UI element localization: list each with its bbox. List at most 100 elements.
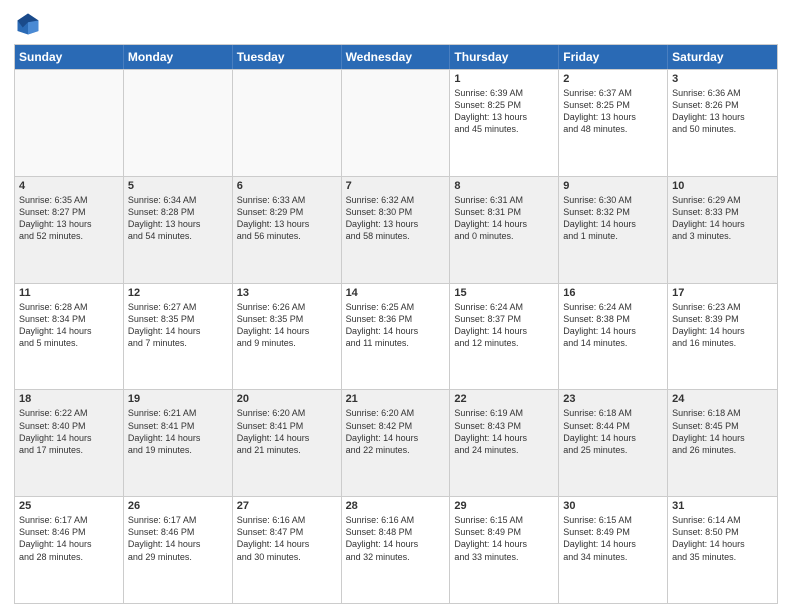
day-number-8: 8: [454, 180, 554, 192]
cal-day-4: 4 Sunrise: 6:35 AM Sunset: 8:27 PM Daylig…: [15, 177, 124, 283]
day-number-22: 22: [454, 393, 554, 405]
day-number-2: 2: [563, 73, 663, 85]
day-number-28: 28: [346, 500, 446, 512]
cal-day-10: 10 Sunrise: 6:29 AM Sunset: 8:33 PM Dayli…: [668, 177, 777, 283]
cal-day-1: 1 Sunrise: 6:39 AM Sunset: 8:25 PM Daylig…: [450, 70, 559, 176]
day-info-25: Sunrise: 6:17 AM Sunset: 8:46 PM Dayligh…: [19, 514, 119, 563]
day-number-16: 16: [563, 287, 663, 299]
day-number-17: 17: [672, 287, 773, 299]
day-number-18: 18: [19, 393, 119, 405]
page: SundayMondayTuesdayWednesdayThursdayFrid…: [0, 0, 792, 612]
cal-day-30: 30 Sunrise: 6:15 AM Sunset: 8:49 PM Dayli…: [559, 497, 668, 603]
day-info-19: Sunrise: 6:21 AM Sunset: 8:41 PM Dayligh…: [128, 407, 228, 456]
day-info-27: Sunrise: 6:16 AM Sunset: 8:47 PM Dayligh…: [237, 514, 337, 563]
day-number-3: 3: [672, 73, 773, 85]
day-info-8: Sunrise: 6:31 AM Sunset: 8:31 PM Dayligh…: [454, 194, 554, 243]
day-number-13: 13: [237, 287, 337, 299]
day-number-21: 21: [346, 393, 446, 405]
cal-empty-cell: [342, 70, 451, 176]
cal-day-19: 19 Sunrise: 6:21 AM Sunset: 8:41 PM Dayli…: [124, 390, 233, 496]
cal-day-7: 7 Sunrise: 6:32 AM Sunset: 8:30 PM Daylig…: [342, 177, 451, 283]
cal-day-26: 26 Sunrise: 6:17 AM Sunset: 8:46 PM Dayli…: [124, 497, 233, 603]
cal-day-24: 24 Sunrise: 6:18 AM Sunset: 8:45 PM Dayli…: [668, 390, 777, 496]
logo-icon: [14, 10, 42, 38]
cal-day-14: 14 Sunrise: 6:25 AM Sunset: 8:36 PM Dayli…: [342, 284, 451, 390]
day-number-25: 25: [19, 500, 119, 512]
day-number-26: 26: [128, 500, 228, 512]
day-number-29: 29: [454, 500, 554, 512]
day-info-12: Sunrise: 6:27 AM Sunset: 8:35 PM Dayligh…: [128, 301, 228, 350]
cal-day-25: 25 Sunrise: 6:17 AM Sunset: 8:46 PM Dayli…: [15, 497, 124, 603]
day-info-13: Sunrise: 6:26 AM Sunset: 8:35 PM Dayligh…: [237, 301, 337, 350]
cal-day-17: 17 Sunrise: 6:23 AM Sunset: 8:39 PM Dayli…: [668, 284, 777, 390]
calendar-header-row: SundayMondayTuesdayWednesdayThursdayFrid…: [15, 45, 777, 69]
day-info-15: Sunrise: 6:24 AM Sunset: 8:37 PM Dayligh…: [454, 301, 554, 350]
cal-week-1: 1 Sunrise: 6:39 AM Sunset: 8:25 PM Daylig…: [15, 69, 777, 176]
day-info-30: Sunrise: 6:15 AM Sunset: 8:49 PM Dayligh…: [563, 514, 663, 563]
day-info-1: Sunrise: 6:39 AM Sunset: 8:25 PM Dayligh…: [454, 87, 554, 136]
cal-week-4: 18 Sunrise: 6:22 AM Sunset: 8:40 PM Dayli…: [15, 389, 777, 496]
cal-header-friday: Friday: [559, 45, 668, 69]
day-number-23: 23: [563, 393, 663, 405]
day-info-9: Sunrise: 6:30 AM Sunset: 8:32 PM Dayligh…: [563, 194, 663, 243]
day-info-4: Sunrise: 6:35 AM Sunset: 8:27 PM Dayligh…: [19, 194, 119, 243]
day-info-2: Sunrise: 6:37 AM Sunset: 8:25 PM Dayligh…: [563, 87, 663, 136]
cal-day-16: 16 Sunrise: 6:24 AM Sunset: 8:38 PM Dayli…: [559, 284, 668, 390]
cal-day-18: 18 Sunrise: 6:22 AM Sunset: 8:40 PM Dayli…: [15, 390, 124, 496]
cal-week-2: 4 Sunrise: 6:35 AM Sunset: 8:27 PM Daylig…: [15, 176, 777, 283]
cal-day-29: 29 Sunrise: 6:15 AM Sunset: 8:49 PM Dayli…: [450, 497, 559, 603]
cal-header-tuesday: Tuesday: [233, 45, 342, 69]
day-info-22: Sunrise: 6:19 AM Sunset: 8:43 PM Dayligh…: [454, 407, 554, 456]
day-number-7: 7: [346, 180, 446, 192]
calendar: SundayMondayTuesdayWednesdayThursdayFrid…: [14, 44, 778, 604]
day-number-20: 20: [237, 393, 337, 405]
cal-empty-cell: [124, 70, 233, 176]
day-info-7: Sunrise: 6:32 AM Sunset: 8:30 PM Dayligh…: [346, 194, 446, 243]
cal-day-5: 5Sunrise: 6:34 AM Sunset: 8:28 PM Daylig…: [124, 177, 233, 283]
day-info-24: Sunrise: 6:18 AM Sunset: 8:45 PM Dayligh…: [672, 407, 773, 456]
day-number-4: 4: [19, 180, 119, 192]
day-info-29: Sunrise: 6:15 AM Sunset: 8:49 PM Dayligh…: [454, 514, 554, 563]
cal-day-22: 22 Sunrise: 6:19 AM Sunset: 8:43 PM Dayli…: [450, 390, 559, 496]
day-number-24: 24: [672, 393, 773, 405]
cal-empty-cell: [15, 70, 124, 176]
day-info-20: Sunrise: 6:20 AM Sunset: 8:41 PM Dayligh…: [237, 407, 337, 456]
day-info-26: Sunrise: 6:17 AM Sunset: 8:46 PM Dayligh…: [128, 514, 228, 563]
cal-day-23: 23 Sunrise: 6:18 AM Sunset: 8:44 PM Dayli…: [559, 390, 668, 496]
day-info-6: Sunrise: 6:33 AM Sunset: 8:29 PM Dayligh…: [237, 194, 337, 243]
day-number-9: 9: [563, 180, 663, 192]
day-number-14: 14: [346, 287, 446, 299]
day-number-19: 19: [128, 393, 228, 405]
day-number-30: 30: [563, 500, 663, 512]
cal-day-21: 21 Sunrise: 6:20 AM Sunset: 8:42 PM Dayli…: [342, 390, 451, 496]
day-info-18: Sunrise: 6:22 AM Sunset: 8:40 PM Dayligh…: [19, 407, 119, 456]
cal-week-5: 25 Sunrise: 6:17 AM Sunset: 8:46 PM Dayli…: [15, 496, 777, 603]
day-number-10: 10: [672, 180, 773, 192]
cal-header-saturday: Saturday: [668, 45, 777, 69]
day-info-28: Sunrise: 6:16 AM Sunset: 8:48 PM Dayligh…: [346, 514, 446, 563]
cal-header-wednesday: Wednesday: [342, 45, 451, 69]
cal-day-6: 6Sunrise: 6:33 AM Sunset: 8:29 PM Daylig…: [233, 177, 342, 283]
cal-empty-cell: [233, 70, 342, 176]
cal-day-3: 3 Sunrise: 6:36 AM Sunset: 8:26 PM Daylig…: [668, 70, 777, 176]
day-info-23: Sunrise: 6:18 AM Sunset: 8:44 PM Dayligh…: [563, 407, 663, 456]
logo: [14, 10, 46, 38]
day-number-1: 1: [454, 73, 554, 85]
day-info-21: Sunrise: 6:20 AM Sunset: 8:42 PM Dayligh…: [346, 407, 446, 456]
day-info-16: Sunrise: 6:24 AM Sunset: 8:38 PM Dayligh…: [563, 301, 663, 350]
cal-day-2: 2 Sunrise: 6:37 AM Sunset: 8:25 PM Daylig…: [559, 70, 668, 176]
day-info-17: Sunrise: 6:23 AM Sunset: 8:39 PM Dayligh…: [672, 301, 773, 350]
cal-day-12: 12Sunrise: 6:27 AM Sunset: 8:35 PM Dayli…: [124, 284, 233, 390]
day-info-11: Sunrise: 6:28 AM Sunset: 8:34 PM Dayligh…: [19, 301, 119, 350]
cal-day-11: 11Sunrise: 6:28 AM Sunset: 8:34 PM Dayli…: [15, 284, 124, 390]
cal-header-thursday: Thursday: [450, 45, 559, 69]
day-info-14: Sunrise: 6:25 AM Sunset: 8:36 PM Dayligh…: [346, 301, 446, 350]
cal-week-3: 11Sunrise: 6:28 AM Sunset: 8:34 PM Dayli…: [15, 283, 777, 390]
cal-day-15: 15Sunrise: 6:24 AM Sunset: 8:37 PM Dayli…: [450, 284, 559, 390]
header: [14, 10, 778, 38]
day-info-3: Sunrise: 6:36 AM Sunset: 8:26 PM Dayligh…: [672, 87, 773, 136]
day-number-5: 5: [128, 180, 228, 192]
cal-day-8: 8 Sunrise: 6:31 AM Sunset: 8:31 PM Daylig…: [450, 177, 559, 283]
day-number-31: 31: [672, 500, 773, 512]
day-info-10: Sunrise: 6:29 AM Sunset: 8:33 PM Dayligh…: [672, 194, 773, 243]
